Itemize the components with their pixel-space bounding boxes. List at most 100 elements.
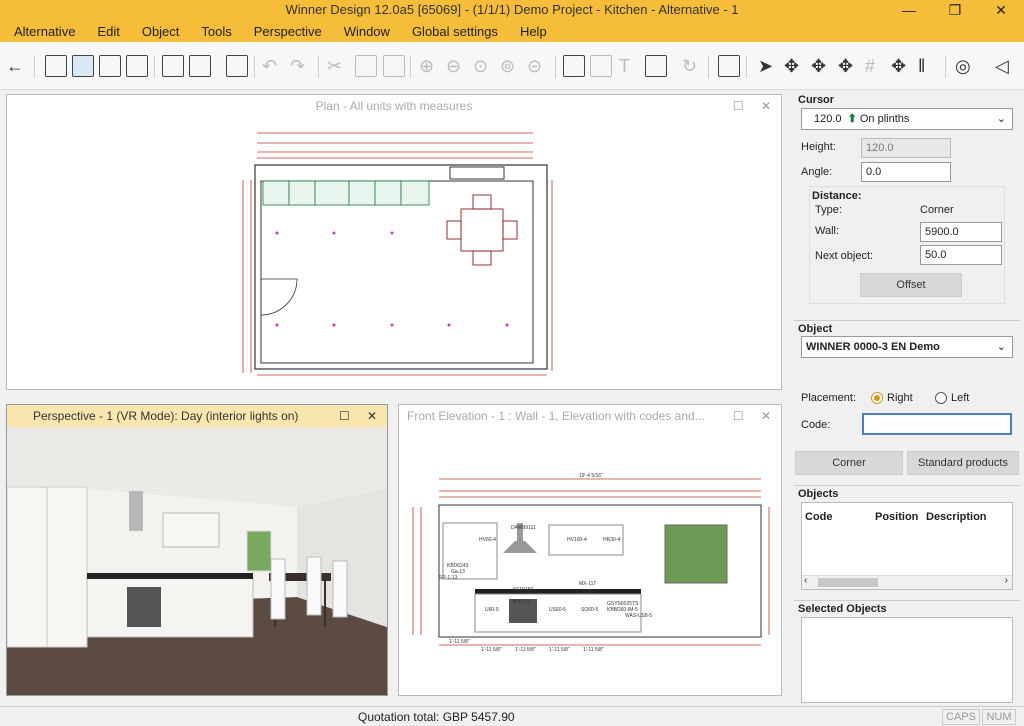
standard-products-button[interactable]: Standard products [907, 451, 1019, 475]
elevation-code-label: DAW99111 [511, 525, 536, 531]
divider [794, 600, 1020, 601]
paste-icon[interactable] [383, 55, 405, 77]
placement-left-radio[interactable] [935, 392, 947, 404]
note-icon[interactable] [563, 55, 585, 77]
placement-label: Placement: [801, 392, 857, 404]
radio-dot [874, 395, 880, 401]
distance-heading: Distance: [812, 190, 862, 202]
code-input[interactable] [862, 413, 1012, 435]
wall-field[interactable]: 5900.0 [920, 222, 1002, 242]
angle-field[interactable]: 0.0 [861, 162, 951, 182]
cut-icon[interactable]: ✂ [327, 54, 342, 78]
corner-button[interactable]: Corner [795, 451, 903, 475]
height-label: Height: [801, 141, 836, 153]
zoom-fit-icon[interactable]: ⊙ [473, 54, 488, 78]
elevation-bottom-dimension: 1'-11 5/8" [481, 647, 502, 653]
scroll-left-icon[interactable]: ‹ [804, 575, 807, 586]
next-object-label: Next object: [815, 250, 874, 262]
menu-window[interactable]: Window [330, 24, 398, 39]
properties-panel: Cursor 120.0 ⬆ On plinths ⌄ Height: 120.… [790, 90, 1024, 706]
title-bar: Winner Design 12.0a5 [65069] - (1/1/1) D… [0, 0, 1024, 20]
calculator-icon[interactable] [718, 55, 740, 77]
zoom-previous-icon[interactable]: ⊝ [527, 54, 542, 78]
plan-pane[interactable]: Plan - All units with measures ☐ ✕ [6, 94, 782, 390]
quotation-total: Quotation total: GBP 5457.90 [358, 710, 515, 724]
back-arrow-icon[interactable]: ← [6, 54, 24, 78]
horizontal-scrollbar[interactable]: ‹ › [802, 575, 1012, 589]
rotate-icon[interactable]: ✥ [811, 54, 826, 78]
offset-button[interactable]: Offset [860, 273, 962, 297]
stretch-icon[interactable]: ✥ [838, 54, 853, 78]
object-heading: Object [798, 323, 833, 335]
cursor-height-value: 120.0 [814, 113, 842, 125]
plan-view-icon[interactable] [45, 55, 67, 77]
print-icon[interactable] [189, 55, 211, 77]
cursor-mode-label: On plinths [859, 113, 910, 125]
measure-tape-icon[interactable]: ◎ [955, 54, 971, 78]
minimize-button[interactable]: — [886, 0, 932, 20]
elevation-code-label: US60-5 [549, 607, 566, 613]
align-icon[interactable]: ‖ [918, 54, 925, 78]
front-elevation-close-icon[interactable]: ✕ [761, 409, 771, 423]
elevation-code-label: HR30-4 [603, 537, 620, 543]
menu-help[interactable]: Help [506, 24, 555, 39]
perspective-pane-buttons: ☐ ✕ [325, 405, 377, 427]
zoom-in-icon[interactable]: ⊕ [419, 54, 434, 78]
menu-object[interactable]: Object [128, 24, 188, 39]
elevation-bottom-dimension: 1'-11 5/8" [549, 647, 570, 653]
undo-icon[interactable]: ↶ [262, 54, 277, 78]
elevation-code-label: BO1-TS [513, 599, 532, 605]
front-elevation-pane[interactable]: Front Elevation - 1 : Wall - 1, Elevatio… [398, 404, 782, 696]
catalog-dropdown[interactable]: WINNER 0000-3 EN Demo ⌄ [801, 336, 1013, 358]
grid-icon[interactable]: # [865, 54, 875, 78]
copy-icon[interactable] [355, 55, 377, 77]
text-icon[interactable]: T [619, 54, 630, 78]
placement-right-radio[interactable] [871, 392, 883, 404]
next-object-field[interactable]: 50.0 [920, 245, 1002, 265]
scrollbar-thumb[interactable] [818, 578, 878, 587]
redo-icon[interactable]: ↷ [290, 54, 305, 78]
menu-tools[interactable]: Tools [187, 24, 239, 39]
camera-icon[interactable]: ◁ [995, 54, 1009, 78]
close-button[interactable]: ✕ [978, 0, 1024, 20]
menu-perspective[interactable]: Perspective [240, 24, 330, 39]
menu-edit[interactable]: Edit [83, 24, 127, 39]
mirror-icon[interactable]: ✥ [891, 54, 906, 78]
elevation-code-label: SP-1-13 [439, 575, 458, 581]
column-description[interactable]: Description [926, 511, 987, 523]
elevation-view-icon[interactable] [99, 55, 121, 77]
window-title: Winner Design 12.0a5 [65069] - (1/1/1) D… [285, 2, 739, 17]
plan-elevation-icon[interactable] [72, 55, 94, 77]
maximize-button[interactable]: ❐ [932, 0, 978, 20]
quotation-icon[interactable] [226, 55, 248, 77]
selected-objects-list[interactable] [801, 617, 1013, 703]
perspective-maximize-icon[interactable]: ☐ [339, 409, 350, 423]
perspective-render [7, 427, 387, 695]
objects-table[interactable]: Code Position Description ‹ › [801, 502, 1013, 590]
zoom-out-icon[interactable]: ⊖ [446, 54, 461, 78]
select-cursor-icon[interactable]: ➤ [758, 54, 773, 78]
move-icon[interactable]: ✥ [784, 54, 799, 78]
save-icon[interactable] [162, 55, 184, 77]
comment-icon[interactable] [590, 55, 612, 77]
menu-alternative[interactable]: Alternative [0, 24, 83, 39]
front-elevation-maximize-icon[interactable]: ☐ [733, 409, 744, 423]
num-indicator: NUM [982, 709, 1016, 725]
perspective-pane[interactable]: Perspective - 1 (VR Mode): Day (interior… [6, 404, 388, 696]
status-bar: Quotation total: GBP 5457.90 CAPS NUM [0, 706, 1024, 726]
refresh-icon[interactable]: ↻ [682, 54, 697, 78]
column-code[interactable]: Code [805, 511, 833, 523]
zoom-window-icon[interactable]: ⊚ [500, 54, 515, 78]
elevation-code-label: SO60-5 [581, 607, 598, 613]
window-controls: — ❐ ✕ [886, 0, 1024, 20]
tag-icon[interactable] [645, 55, 667, 77]
cursor-mode-dropdown[interactable]: 120.0 ⬆ On plinths ⌄ [801, 108, 1013, 130]
toolbar-separator [154, 56, 155, 78]
menu-global-settings[interactable]: Global settings [398, 24, 506, 39]
perspective-close-icon[interactable]: ✕ [367, 409, 377, 423]
wall-view-icon[interactable] [126, 55, 148, 77]
column-position[interactable]: Position [875, 511, 918, 523]
wall-label: Wall: [815, 225, 840, 237]
scroll-right-icon[interactable]: › [1005, 575, 1008, 586]
type-label: Type: [815, 204, 842, 216]
